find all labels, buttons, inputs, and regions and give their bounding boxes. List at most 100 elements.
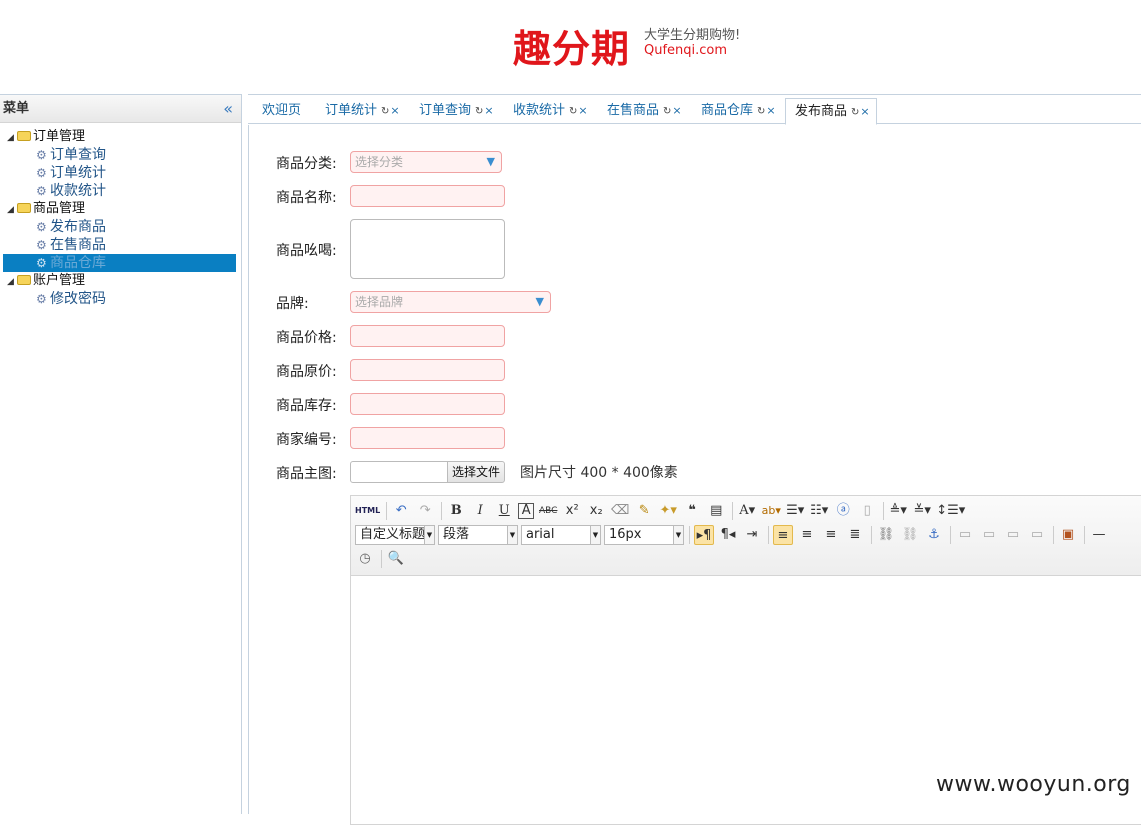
close-icon[interactable]: × [578, 104, 587, 117]
font-size-value: 16px [609, 527, 642, 542]
image-center-icon[interactable]: ▭ [1027, 525, 1047, 545]
merchant-code-input[interactable] [350, 427, 505, 449]
expand-toggle-icon[interactable]: ◢ [7, 201, 17, 219]
tree-group-account[interactable]: ◢ 账户管理 [0, 272, 241, 290]
unlink-icon[interactable]: ⛓ [900, 525, 920, 545]
toolbar-separator [381, 550, 382, 568]
ordered-list-icon[interactable]: ☰▾ [785, 501, 805, 521]
tab-publish-product[interactable]: 发布商品 ↻× [785, 98, 877, 125]
image-left-icon[interactable]: ▭ [979, 525, 999, 545]
row-spacing-bottom-icon[interactable]: ≚▾ [912, 501, 932, 521]
redo-icon[interactable]: ↷ [415, 501, 435, 521]
brand-select[interactable]: 选择品牌 ▼ [350, 291, 551, 313]
anchor-icon[interactable]: ⚓ [924, 525, 944, 545]
product-name-input[interactable] [350, 185, 505, 207]
refresh-icon[interactable]: ↻ [757, 106, 765, 117]
file-path-display[interactable] [350, 461, 448, 483]
tab-payment-stats[interactable]: 收款统计 ↻× [499, 98, 588, 125]
heading-style-combo[interactable]: 自定义标题 ▼ [355, 525, 435, 545]
row-spacing-top-icon[interactable]: ≜▾ [888, 501, 908, 521]
close-icon[interactable]: × [860, 105, 869, 118]
font-family-combo[interactable]: arial ▼ [521, 525, 601, 545]
category-select[interactable]: 选择分类 ▼ [350, 151, 502, 173]
link-icon[interactable]: ⛓ [876, 525, 896, 545]
search-replace-icon[interactable]: 🔍 [386, 549, 406, 569]
collapse-icon[interactable]: « [223, 95, 233, 123]
expand-toggle-icon[interactable]: ◢ [7, 129, 17, 147]
tree-item-on-sale[interactable]: ⚙ 在售商品 [0, 236, 241, 254]
italic-icon[interactable]: I [470, 501, 490, 521]
subscript-icon[interactable]: x₂ [586, 501, 606, 521]
paragraph-format-combo[interactable]: 段落 ▼ [438, 525, 518, 545]
tree-item-payment-stats[interactable]: ⚙ 收款统计 [0, 182, 241, 200]
original-price-input[interactable] [350, 359, 505, 381]
insert-image-icon[interactable]: ▣ [1058, 525, 1078, 545]
highlight-color-icon[interactable]: ab▾ [761, 501, 781, 521]
eraser-icon[interactable]: ⌫ [610, 501, 630, 521]
tab-on-sale[interactable]: 在售商品 ↻× [593, 98, 682, 125]
close-icon[interactable]: × [672, 104, 681, 117]
rtl-direction-icon[interactable]: ¶◂ [718, 525, 738, 545]
tree-item-change-password[interactable]: ⚙ 修改密码 [0, 290, 241, 308]
select-all-icon[interactable]: ⓐ [833, 501, 853, 521]
tab-order-query[interactable]: 订单查询 ↻× [405, 98, 494, 125]
close-icon[interactable]: × [766, 104, 775, 117]
stock-input[interactable] [350, 393, 505, 415]
tab-label: 订单查询 [419, 103, 472, 118]
refresh-icon[interactable]: ↻ [663, 106, 671, 117]
product-slogan-textarea[interactable] [350, 219, 505, 279]
unordered-list-icon[interactable]: ☷▾ [809, 501, 829, 521]
expand-toggle-icon[interactable]: ◢ [7, 273, 17, 291]
superscript-icon[interactable]: x² [562, 501, 582, 521]
tree-group-orders[interactable]: ◢ 订单管理 [0, 128, 241, 146]
price-input[interactable] [350, 325, 505, 347]
line-height-icon[interactable]: ↕☰▾ [936, 501, 965, 521]
tree-group-products[interactable]: ◢ 商品管理 [0, 200, 241, 218]
align-right-icon[interactable]: ≡ [821, 525, 841, 545]
format-brush-icon[interactable]: ✎ [634, 501, 654, 521]
tree-item-label: 订单查询 [50, 147, 106, 163]
horizontal-rule-icon[interactable]: — [1089, 525, 1109, 545]
close-icon[interactable]: × [484, 104, 493, 117]
toolbar-separator [768, 526, 769, 544]
folder-open-icon [17, 275, 31, 285]
clear-doc-icon[interactable]: ▯ [857, 501, 877, 521]
blockquote-icon[interactable]: ❝ [682, 501, 702, 521]
align-justify-icon[interactable]: ≣ [845, 525, 865, 545]
clock-icon[interactable]: ◷ [355, 549, 375, 569]
paste-plain-icon[interactable]: ▤ [706, 501, 726, 521]
strikethrough-icon[interactable]: ABC [538, 501, 558, 521]
font-color-icon[interactable]: A▾ [737, 501, 757, 521]
tab-label: 在售商品 [607, 103, 660, 118]
refresh-icon[interactable]: ↻ [851, 107, 859, 118]
close-icon[interactable]: × [390, 104, 399, 117]
ltr-direction-icon[interactable]: ▸¶ [694, 525, 714, 545]
refresh-icon[interactable]: ↻ [381, 106, 389, 117]
folder-open-icon [17, 131, 31, 141]
tab-order-stats[interactable]: 订单统计 ↻× [311, 98, 400, 125]
align-center-icon[interactable]: ≡ [797, 525, 817, 545]
tab-warehouse[interactable]: 商品仓库 ↻× [687, 98, 776, 125]
tab-label: 订单统计 [325, 103, 378, 118]
font-size-combo[interactable]: 16px ▼ [604, 525, 684, 545]
align-left-icon[interactable]: ≡ [773, 525, 793, 545]
image-right-icon[interactable]: ▭ [1003, 525, 1023, 545]
gears-icon: ⚙ [36, 220, 47, 234]
indent-icon[interactable]: ⇥ [742, 525, 762, 545]
tree-item-order-stats[interactable]: ⚙ 订单统计 [0, 164, 241, 182]
tree-item-publish-product[interactable]: ⚙ 发布商品 [0, 218, 241, 236]
bold-icon[interactable]: B [446, 501, 466, 521]
tree-item-warehouse[interactable]: ⚙ 商品仓库 [3, 254, 236, 272]
image-none-icon[interactable]: ▭ [955, 525, 975, 545]
choose-file-button[interactable]: 选择文件 [447, 461, 505, 483]
underline-icon[interactable]: U [494, 501, 514, 521]
refresh-icon[interactable]: ↻ [569, 106, 577, 117]
undo-icon[interactable]: ↶ [391, 501, 411, 521]
sidebar-title: 菜单 [3, 101, 30, 116]
tab-welcome[interactable]: 欢迎页 [248, 98, 301, 125]
magic-wand-icon[interactable]: ✦▾ [658, 501, 678, 521]
font-border-icon[interactable]: A [518, 503, 535, 519]
tree-item-order-query[interactable]: ⚙ 订单查询 [0, 146, 241, 164]
html-source-icon[interactable]: HTML [355, 501, 380, 521]
refresh-icon[interactable]: ↻ [475, 106, 483, 117]
